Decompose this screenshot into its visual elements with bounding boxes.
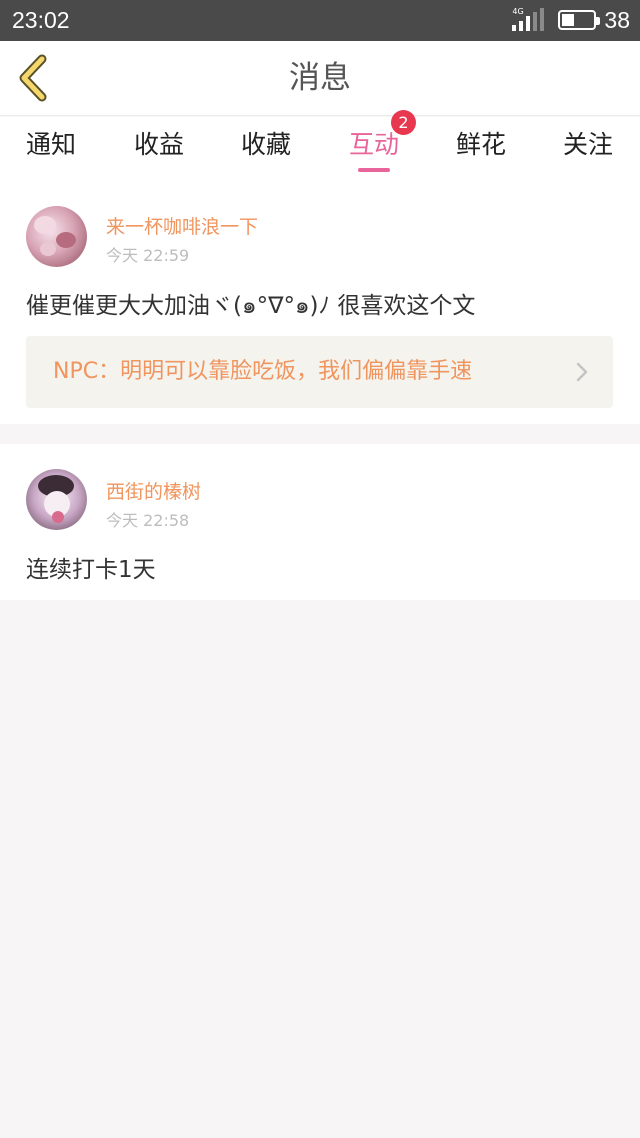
tab-earnings[interactable]: 收益: [105, 117, 213, 182]
tab-label: 通知: [25, 130, 76, 159]
battery-level: 38: [604, 7, 630, 33]
battery-icon: [558, 10, 601, 30]
tab-following[interactable]: 关注: [534, 117, 640, 182]
message-time: 今天 22:59: [106, 246, 190, 265]
chevron-right-icon: [576, 362, 588, 382]
quoted-book-link[interactable]: NPC：明明可以靠脸吃饭，我们偏偏靠手速: [26, 336, 613, 408]
message-item[interactable]: 西街的榛树 今天 22:58 连续打卡1天: [0, 444, 640, 600]
avatar[interactable]: [26, 206, 87, 267]
tab-label: 关注: [562, 130, 613, 159]
message-item[interactable]: 来一杯咖啡浪一下 今天 22:59 催更催更大大加油ヾ(๑°∇°๑)ﾉ 很喜欢这…: [0, 182, 640, 424]
page-title: 消息: [289, 60, 351, 96]
tab-favorites[interactable]: 收藏: [212, 117, 320, 182]
message-content: 连续打卡1天: [26, 557, 156, 583]
tab-notifications[interactable]: 通知: [0, 117, 105, 182]
tab-label: 收藏: [240, 130, 291, 159]
message-content: 催更催更大大加油ヾ(๑°∇°๑)ﾉ 很喜欢这个文: [26, 293, 476, 319]
tab-label: 收益: [133, 130, 184, 159]
quoted-book-title: NPC：明明可以靠脸吃饭，我们偏偏靠手速: [53, 359, 473, 384]
tab-label: 鲜花: [455, 130, 506, 159]
header: 消息: [0, 41, 640, 116]
signal-icon: 4G: [512, 7, 546, 33]
network-type-label: 4G: [512, 7, 524, 16]
status-bar: 23:02 4G 38: [0, 0, 640, 41]
username[interactable]: 来一杯咖啡浪一下: [106, 212, 258, 239]
tab-interactions[interactable]: 互动 2: [320, 110, 428, 182]
tab-flowers[interactable]: 鲜花: [427, 117, 535, 182]
tab-bar: 通知 收益 收藏 互动 2 鲜花 关注: [0, 110, 640, 182]
status-icons: 4G 38: [512, 5, 630, 35]
message-time: 今天 22:58: [106, 511, 190, 530]
status-time: 23:02: [12, 7, 70, 33]
avatar[interactable]: [26, 469, 87, 530]
active-tab-indicator: [358, 168, 390, 172]
unread-badge: 2: [391, 110, 416, 135]
username[interactable]: 西街的榛树: [106, 477, 201, 504]
